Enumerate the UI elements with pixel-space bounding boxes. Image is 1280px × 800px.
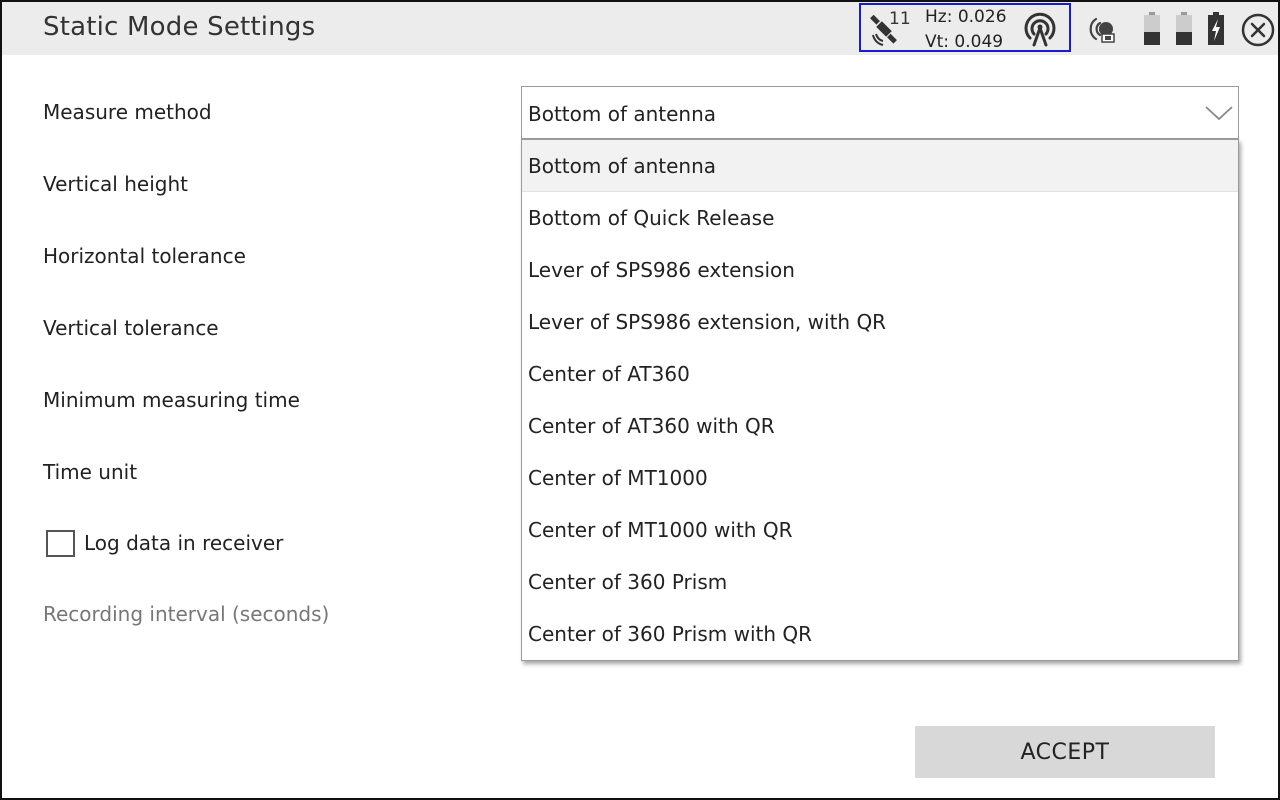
battery-charging-icon[interactable] [1207,12,1225,46]
vertical-tolerance-label: Vertical tolerance [43,316,219,340]
accept-button[interactable]: ACCEPT [915,726,1215,778]
dropdown-option[interactable]: Center of 360 Prism [522,556,1238,608]
gnss-status-panel[interactable]: 11 Hz: 0.026 Vt: 0.049 [859,3,1071,52]
title-bar: Static Mode Settings 11 Hz: 0.026 Vt: 0.… [2,2,1278,55]
log-data-checkbox[interactable] [46,530,75,557]
window: Static Mode Settings 11 Hz: 0.026 Vt: 0.… [0,0,1280,800]
dropdown-option[interactable]: Lever of SPS986 extension, with QR [522,296,1238,348]
page-title: Static Mode Settings [43,12,316,42]
log-data-label[interactable]: Log data in receiver [84,531,283,555]
horizontal-tolerance-label: Horizontal tolerance [43,244,246,268]
close-icon[interactable] [1240,12,1276,48]
battery-icon[interactable] [1143,12,1161,46]
radio-icon[interactable] [1088,14,1118,44]
dropdown-option[interactable]: Center of 360 Prism with QR [522,608,1238,660]
time-unit-label: Time unit [43,460,138,484]
dropdown-option[interactable]: Bottom of antenna [522,140,1238,192]
dropdown-option[interactable]: Center of MT1000 with QR [522,504,1238,556]
dropdown-option[interactable]: Bottom of Quick Release [522,192,1238,244]
dropdown-option[interactable]: Center of MT1000 [522,452,1238,504]
vertical-precision: Vt: 0.049 [925,32,1004,52]
dropdown-option[interactable]: Lever of SPS986 extension [522,244,1238,296]
minimum-measuring-time-label: Minimum measuring time [43,388,300,412]
measure-method-value: Bottom of antenna [528,102,717,126]
measure-method-label: Measure method [43,100,212,124]
recording-interval-label: Recording interval (seconds) [43,602,330,626]
satellite-count: 11 [889,9,911,29]
measure-method-dropdown: Bottom of antenna Bottom of Quick Releas… [521,139,1239,661]
chevron-down-icon [1205,106,1233,121]
horizontal-precision: Hz: 0.026 [925,7,1007,27]
measure-method-select[interactable]: Bottom of antenna [521,86,1239,139]
antenna-icon [1024,12,1056,47]
dropdown-option[interactable]: Center of AT360 with QR [522,400,1238,452]
battery-icon[interactable] [1175,12,1193,46]
dropdown-option[interactable]: Center of AT360 [522,348,1238,400]
vertical-height-label: Vertical height [43,172,188,196]
